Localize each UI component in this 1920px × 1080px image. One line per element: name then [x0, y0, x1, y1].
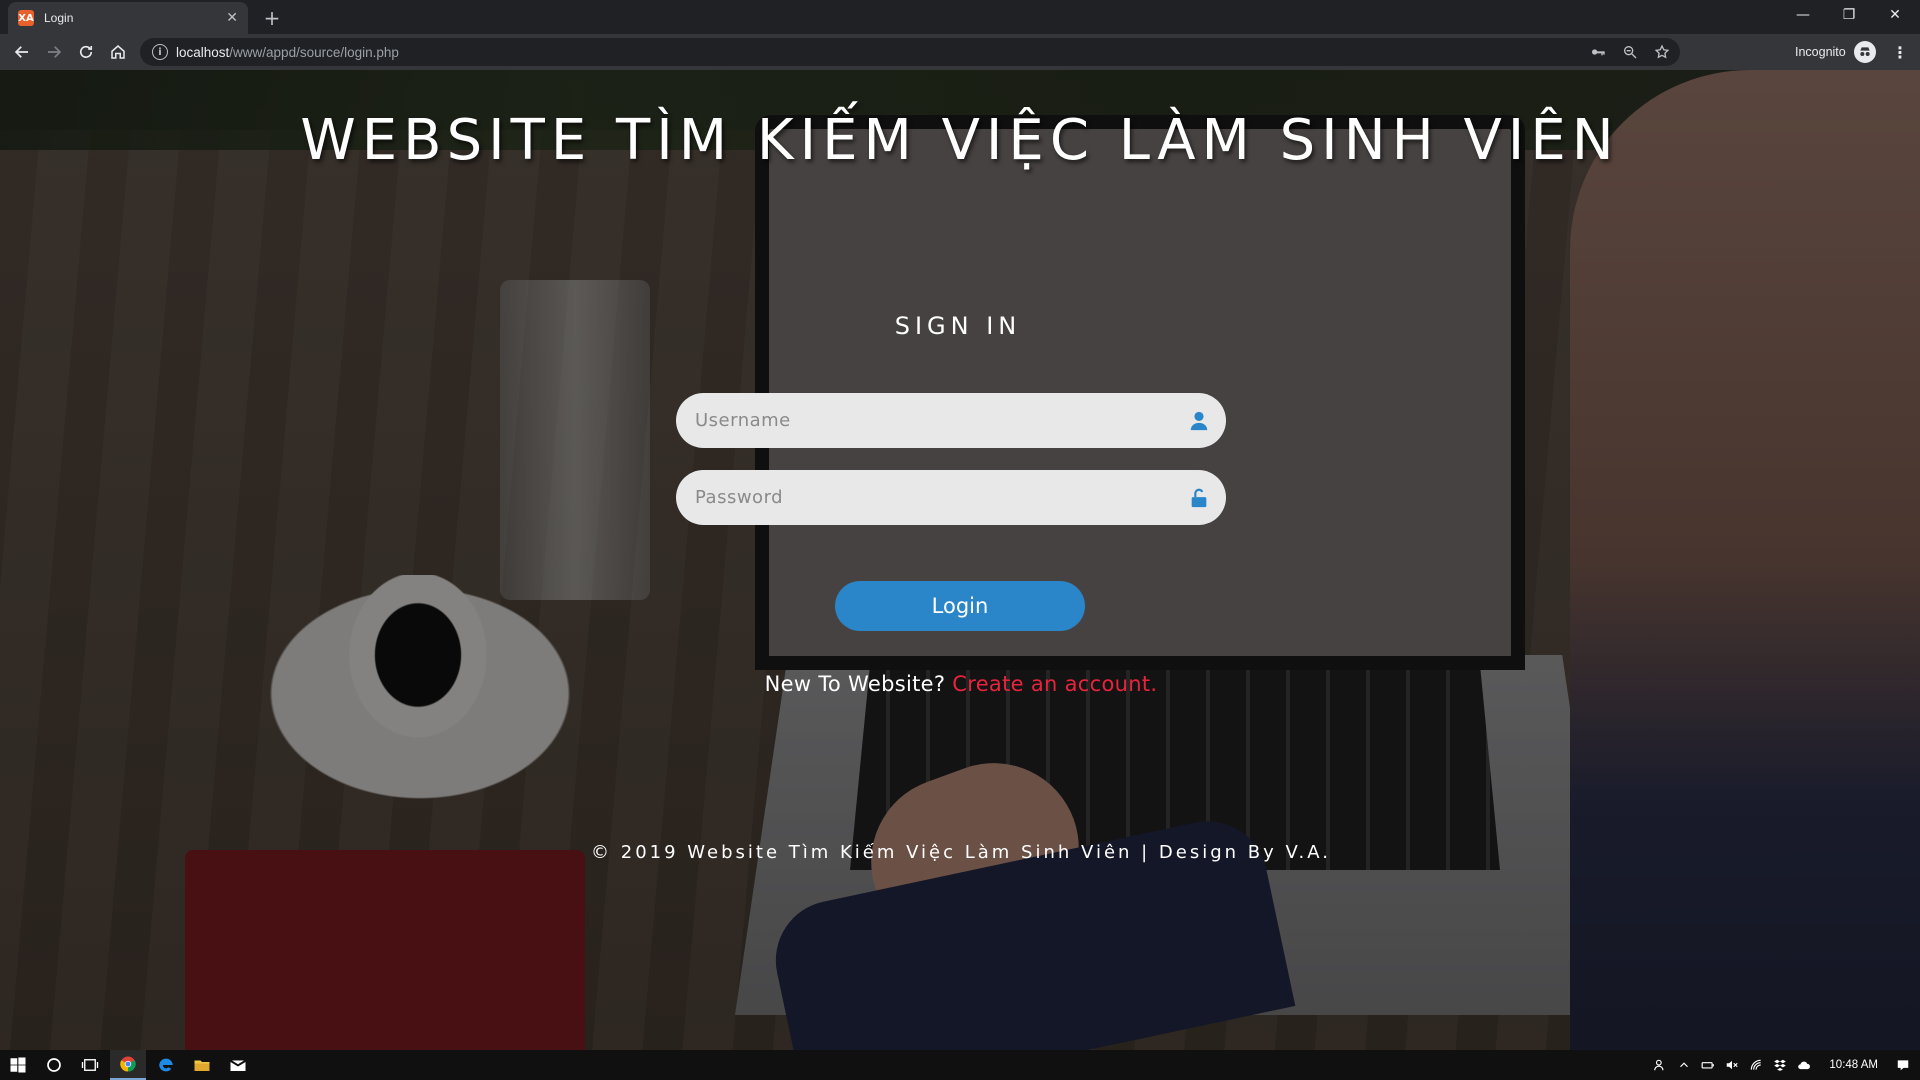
home-icon — [111, 45, 125, 59]
incognito-icon — [1853, 41, 1876, 63]
xampp-favicon-icon: XA — [18, 10, 34, 26]
login-page: WEBSITE TÌM KIẾM VIỆC LÀM SINH VIÊN SIGN… — [0, 70, 1920, 1050]
task-view-button[interactable] — [72, 1050, 108, 1080]
taskbar-chrome[interactable] — [110, 1050, 146, 1080]
key-icon[interactable] — [1590, 44, 1606, 60]
page-footer: © 2019 Website Tìm Kiếm Việc Làm Sinh Vi… — [591, 842, 1331, 863]
create-account-link[interactable]: Create an account. — [952, 672, 1157, 696]
chrome-icon — [120, 1056, 136, 1072]
browser-tabstrip: XA Login ✕ + — ❐ ✕ — [0, 0, 1920, 34]
site-title: WEBSITE TÌM KIẾM VIỆC LÀM SINH VIÊN — [300, 108, 1620, 173]
home-button[interactable] — [104, 38, 132, 66]
signin-title: SIGN IN — [894, 312, 1022, 340]
reload-icon — [79, 45, 93, 58]
arrow-right-icon — [48, 46, 62, 58]
new-tab-button[interactable]: + — [258, 4, 286, 32]
info-icon[interactable]: i — [152, 44, 168, 60]
restore-button[interactable]: ❐ — [1826, 0, 1872, 30]
windows-taskbar: 10:48 AM — [0, 1050, 1920, 1080]
tab-login[interactable]: XA Login ✕ — [8, 2, 248, 34]
tab-close-icon[interactable]: ✕ — [226, 10, 238, 26]
user-icon — [1190, 411, 1208, 430]
arrow-left-icon — [14, 46, 28, 58]
url-text[interactable]: localhost/www/appd/source/login.php — [176, 45, 399, 60]
battery-icon[interactable] — [1701, 1058, 1715, 1072]
tab-title: Login — [44, 11, 74, 25]
cortana-button[interactable] — [36, 1050, 72, 1080]
start-button[interactable] — [0, 1050, 36, 1080]
taskbar-file-explorer[interactable] — [184, 1050, 220, 1080]
windows-logo-icon — [10, 1057, 26, 1073]
edge-icon — [159, 1058, 173, 1072]
taskbar-clock[interactable]: 10:48 AM — [1829, 1059, 1878, 1071]
people-icon[interactable] — [1653, 1058, 1667, 1072]
task-view-icon — [81, 1059, 99, 1071]
taskbar-mail[interactable] — [220, 1050, 256, 1080]
minimize-button[interactable]: — — [1780, 0, 1826, 30]
address-bar[interactable]: i localhost/www/appd/source/login.php — [140, 38, 1680, 66]
notification-icon[interactable] — [1896, 1058, 1910, 1072]
close-window-button[interactable]: ✕ — [1872, 0, 1918, 30]
password-input[interactable] — [676, 470, 1188, 525]
mail-icon — [230, 1060, 246, 1071]
chevron-up-icon[interactable] — [1677, 1058, 1691, 1072]
reload-button[interactable] — [72, 38, 100, 66]
star-icon[interactable] — [1654, 44, 1670, 60]
username-input[interactable] — [676, 393, 1188, 448]
browser-toolbar: i localhost/www/appd/source/login.php In… — [0, 34, 1920, 70]
cloud-icon[interactable] — [1797, 1058, 1811, 1072]
profile-label: Incognito — [1795, 45, 1846, 59]
background-overlay — [0, 70, 1920, 1050]
system-tray: 10:48 AM — [1653, 1050, 1920, 1080]
chrome-menu-button[interactable]: ⋮ — [1888, 38, 1912, 66]
signup-prompt: New To Website? — [764, 672, 946, 696]
zoom-icon[interactable] — [1622, 44, 1638, 60]
forward-button[interactable] — [40, 38, 68, 66]
password-field[interactable] — [676, 470, 1226, 525]
dropbox-icon[interactable] — [1773, 1058, 1787, 1072]
wifi-icon[interactable] — [1749, 1058, 1763, 1072]
taskbar-edge[interactable] — [148, 1050, 184, 1080]
back-button[interactable] — [8, 38, 36, 66]
incognito-indicator[interactable]: Incognito — [1795, 38, 1876, 66]
signup-line: New To Website? Create an account. — [0, 672, 1920, 696]
folder-icon — [194, 1060, 210, 1071]
login-button[interactable]: Login — [835, 581, 1085, 631]
volume-muted-icon[interactable] — [1725, 1058, 1739, 1072]
cortana-circle-icon — [47, 1058, 61, 1072]
username-field[interactable] — [676, 393, 1226, 448]
unlock-icon — [1191, 488, 1207, 507]
